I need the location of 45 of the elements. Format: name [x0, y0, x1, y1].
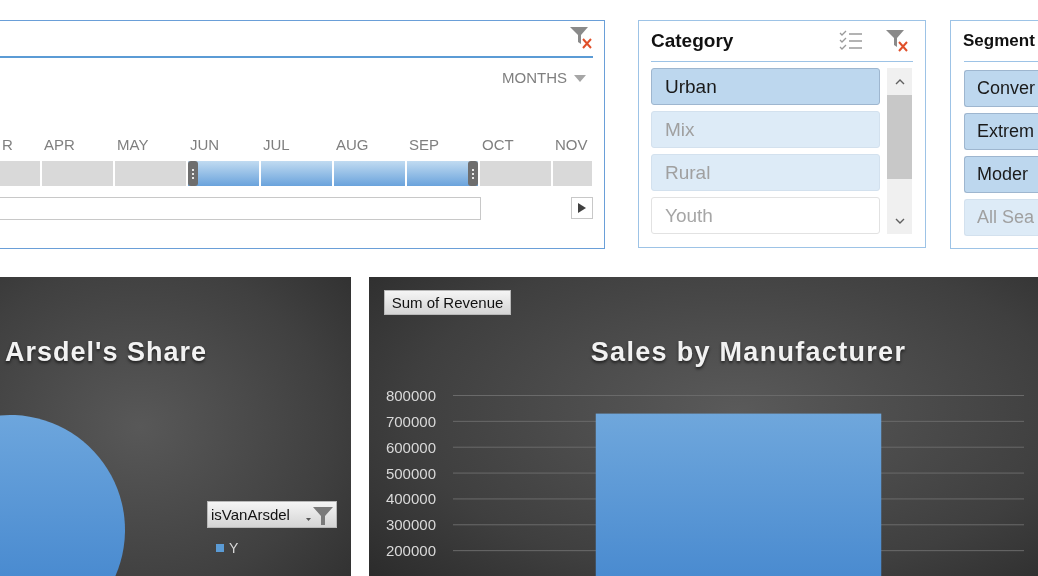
axis-tick-label: 500000 — [385, 464, 436, 482]
axis-tick-label: 800000 — [385, 387, 436, 404]
timeline-segment[interactable] — [188, 160, 259, 186]
clear-filter-icon[interactable] — [885, 29, 909, 53]
month-label: NOV — [554, 135, 588, 154]
axis-tick-label: 300000 — [385, 516, 436, 534]
timeline-segment[interactable] — [334, 160, 405, 186]
caret-icon — [574, 74, 586, 82]
legend-field-button[interactable]: isVanArsdel — [207, 501, 337, 528]
slicer-item[interactable]: Conver — [964, 70, 1038, 107]
slicer-item[interactable]: Extrem — [964, 113, 1038, 150]
play-icon — [578, 202, 586, 213]
axis-tick-label: 600000 — [385, 438, 436, 456]
scrollbar-thumb[interactable] — [0, 196, 481, 220]
value-field-button[interactable]: Sum of Revenue — [384, 290, 511, 315]
slicer-title: Segment — [963, 31, 1035, 51]
month-label: JUN — [189, 135, 220, 154]
slicer-item[interactable]: Moder — [964, 156, 1038, 193]
range-handle[interactable] — [188, 160, 198, 186]
axis-tick-label: 200000 — [385, 542, 436, 560]
chart-title: Sales by Manufacturer — [590, 336, 907, 369]
chevron-down-icon[interactable] — [894, 217, 905, 224]
scrollbar-thumb[interactable] — [887, 95, 912, 179]
range-handle[interactable] — [468, 160, 478, 186]
multi-select-icon[interactable] — [839, 30, 863, 52]
timeline-segment[interactable] — [261, 160, 332, 186]
month-label: JUL — [262, 135, 290, 154]
axis-tick-label: 400000 — [385, 490, 436, 508]
legend-label: Y — [229, 540, 239, 556]
chart-title: Arsdel's Share — [5, 336, 207, 369]
slicer-item[interactable]: Urban — [651, 68, 880, 105]
axis-tick-label: 700000 — [385, 412, 436, 430]
chevron-up-icon[interactable] — [894, 78, 905, 85]
slicer-title: Category — [651, 30, 734, 52]
legend-swatch-icon — [216, 544, 224, 552]
month-label: R — [1, 135, 13, 154]
period-dropdown[interactable]: MONTHS — [502, 69, 586, 87]
clear-filter-icon[interactable] — [569, 26, 593, 50]
month-label: SEP — [408, 135, 439, 154]
month-label: APR — [43, 135, 75, 154]
timeline-segment[interactable] — [407, 160, 478, 186]
month-label: MAY — [116, 135, 149, 154]
month-label: AUG — [335, 135, 369, 154]
scroll-right-button[interactable] — [571, 196, 593, 219]
month-label: OCT — [481, 135, 514, 154]
